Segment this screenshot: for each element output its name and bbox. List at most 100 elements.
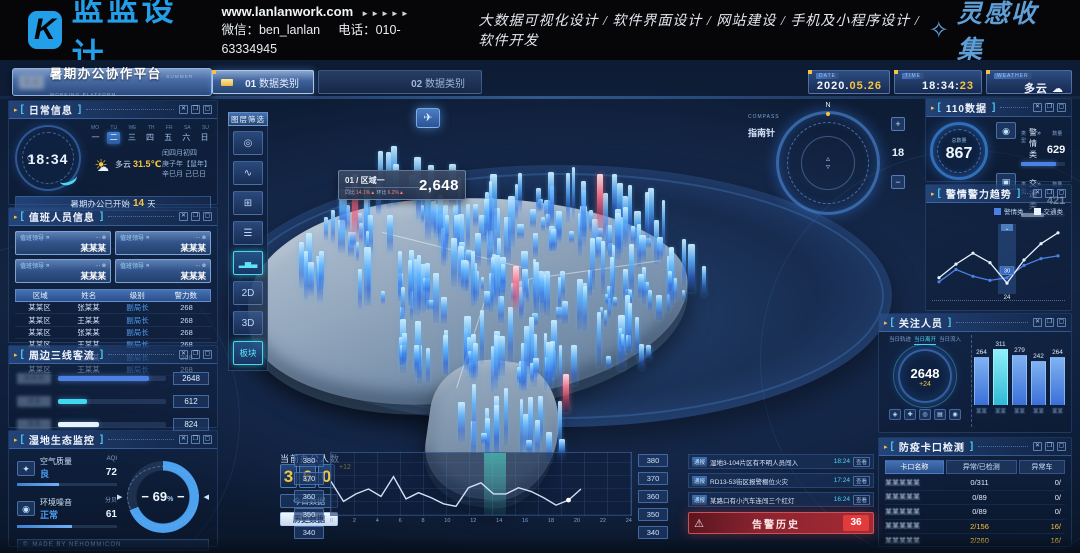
panel-control-icon[interactable]: ▢: [203, 212, 212, 221]
panel-title: 值班人员信息: [29, 209, 95, 224]
focus-tab[interactable]: 当日流入: [939, 335, 961, 345]
layer-button-signal[interactable]: ∿: [233, 161, 263, 185]
duty-table-row: 某某区张某某副局长268: [15, 327, 211, 339]
time-plate: TIME 18:34:23: [894, 70, 982, 94]
site-link[interactable]: www.lanlanwork.com: [221, 4, 353, 19]
lanlan-logo-icon: K: [28, 11, 62, 49]
panel-control-icon[interactable]: ❐: [191, 105, 200, 114]
checkpoint-panel: ▸[防疫卡口检测]✕❐▢ 卡口名称异常/已检测异常车 某某某某某0/3110/某…: [878, 437, 1072, 547]
passenger-flow-panel: ▸[周边三线客流]✕❐▢ 某某某2648某某612某某824: [8, 345, 218, 428]
wetland-monitor-panel: ▸[湿地生态监控]✕❐▢ ✦ 空气质量良 AQI72 ◉ 环境噪音正常 分贝61: [8, 430, 218, 547]
panel-control-icon[interactable]: ✕: [179, 350, 188, 359]
panel-control-icon[interactable]: ❐: [1045, 442, 1054, 451]
panel-control-icon[interactable]: ❐: [191, 435, 200, 444]
panel-control-icon[interactable]: ❐: [191, 212, 200, 221]
panel-control-icon[interactable]: ▢: [203, 435, 212, 444]
office-line-chart: [330, 452, 632, 516]
sun-cloud-icon: ☀☁: [89, 156, 113, 174]
focus-mini-icon[interactable]: ◉: [949, 409, 961, 420]
checkpoint-row: 某某某某某0/3110/: [885, 476, 1065, 491]
compass-ring[interactable]: N ▵▿: [776, 111, 880, 215]
duty-table-header: 区域姓名级别警力数: [15, 289, 211, 302]
focus-bar: 242某某: [1030, 353, 1048, 415]
panel-control-icon[interactable]: ▢: [203, 350, 212, 359]
focus-tab[interactable]: 当日轨迹: [889, 335, 911, 345]
tab-data-category-2[interactable]: 02 数据类别: [318, 70, 482, 94]
alert-view-button[interactable]: 查看: [853, 476, 870, 486]
tab-data-category-1[interactable]: 01 数据类别: [212, 70, 314, 94]
panel-title: 关注人员: [899, 315, 943, 330]
zoom-level: 18: [890, 147, 906, 159]
zoom-out-button[interactable]: −: [891, 175, 905, 189]
focus-bar: 264某某: [973, 349, 991, 415]
panel-controls: ✕❐▢: [1033, 318, 1066, 327]
focus-icon-row: ◈✚◎▤◉: [883, 409, 967, 420]
total-110-count: 867: [933, 145, 985, 163]
layer-button-blocks[interactable]: 板块: [233, 341, 263, 365]
panel-control-icon[interactable]: ❐: [1045, 103, 1054, 112]
alert-row: 通报RD13-53街区报警棚位火灾17:24查看: [688, 473, 874, 488]
panel-controls: ✕❐▢: [179, 212, 212, 221]
panel-control-icon[interactable]: ✕: [179, 105, 188, 114]
svg-text:24: 24: [1004, 295, 1011, 300]
layer-button-2d[interactable]: 2D: [233, 281, 263, 305]
focus-mini-icon[interactable]: ✚: [904, 409, 916, 420]
panel-control-icon[interactable]: ❐: [1045, 189, 1054, 198]
svg-text:⌄: ⌄: [1005, 226, 1009, 232]
focus-mini-icon[interactable]: ▤: [934, 409, 946, 420]
panel-control-icon[interactable]: ▢: [1057, 318, 1066, 327]
layer-button-grid[interactable]: ⊞: [233, 191, 263, 215]
week-header-row: MOTUWETHFRSASU: [89, 125, 211, 131]
alert-list: 通报湿地3-104片区有不明人员闯入18:24查看通报RD13-53街区报警棚位…: [688, 454, 874, 511]
alert-row: 通报某路口有小汽车连闯三个红灯16:24查看: [688, 492, 874, 507]
clock-time: 18:34: [17, 151, 79, 167]
panel-controls: ✕❐▢: [179, 350, 212, 359]
cloud-icon: ☁: [1052, 83, 1064, 95]
panel-control-icon[interactable]: ▢: [1057, 442, 1066, 451]
panel-control-icon[interactable]: ✕: [1033, 318, 1042, 327]
panel-control-icon[interactable]: ❐: [191, 350, 200, 359]
focus-mini-icon[interactable]: ◎: [919, 409, 931, 420]
panel-control-icon[interactable]: ▢: [1057, 189, 1066, 198]
panel-controls: ✕❐▢: [1033, 442, 1066, 451]
duty-leader-card: 值班领导»⋯ ⊗某某某: [15, 259, 111, 283]
panel-title: 防疫卡口检测: [899, 439, 965, 454]
focus-mini-icon[interactable]: ◈: [889, 409, 901, 420]
paper-plane-marker[interactable]: ✈: [416, 108, 440, 128]
layer-filter-panel: 图层筛选 ◎∿⊞☰▂▅▃2D3D板块: [228, 112, 268, 371]
panel-control-icon[interactable]: ❐: [1045, 318, 1054, 327]
alert-view-button[interactable]: 查看: [853, 495, 870, 505]
panel-control-icon[interactable]: ✕: [1033, 189, 1042, 198]
temperature: 31.5℃: [133, 159, 161, 169]
alert-view-button[interactable]: 查看: [853, 457, 870, 467]
panel-control-icon[interactable]: ✕: [179, 212, 188, 221]
panel-control-icon[interactable]: ✕: [1033, 442, 1042, 451]
panel-control-icon[interactable]: ▢: [203, 105, 212, 114]
alert-history-banner[interactable]: ⚠ 告警历史 36: [688, 512, 874, 534]
panel-control-icon[interactable]: ▢: [1057, 103, 1066, 112]
checkpoint-row: 某某某某某0/890/: [885, 505, 1065, 520]
panel-title: 湿地生态监控: [29, 432, 95, 447]
air-quality-label: 空气质量: [40, 457, 72, 466]
collect-link[interactable]: ✧ 灵感收集: [929, 0, 1050, 66]
layer-button-bars[interactable]: ▂▅▃: [233, 251, 263, 275]
noise-status: 正常: [40, 508, 72, 521]
layer-button-3d[interactable]: 3D: [233, 311, 263, 335]
date-plate: DATE 2020.05.26: [808, 70, 890, 94]
bottom-edge: [0, 539, 1080, 553]
total-gauge: 总数量 867: [930, 122, 988, 180]
zoom-in-button[interactable]: +: [891, 117, 905, 131]
flow-row: 某某某2648: [17, 372, 209, 385]
focus-delta: +24: [900, 381, 950, 388]
panel-control-icon[interactable]: ✕: [1033, 103, 1042, 112]
panel-control-icon[interactable]: ✕: [179, 435, 188, 444]
title-plate: 某某某 暑期办公协作平台 SUMMER WORKING PLATFORM: [12, 68, 212, 96]
layer-button-list[interactable]: ☰: [233, 221, 263, 245]
layer-button-location[interactable]: ◎: [233, 131, 263, 155]
panel-controls: ✕❐▢: [1033, 189, 1066, 198]
focus-bar: 279某某: [1011, 347, 1029, 415]
duty-table-row: 某某区王某某副局长268: [15, 314, 211, 326]
trend-panel: ▸[警情警力趋势]✕❐▢ 警情类交通类 ⌄3024: [925, 184, 1072, 311]
tooltip-region: 01 / 区域一: [345, 175, 419, 188]
promo-banner: K 蓝蓝设计 www.lanlanwork.com►►►►► 微信：ben_la…: [0, 0, 1080, 60]
